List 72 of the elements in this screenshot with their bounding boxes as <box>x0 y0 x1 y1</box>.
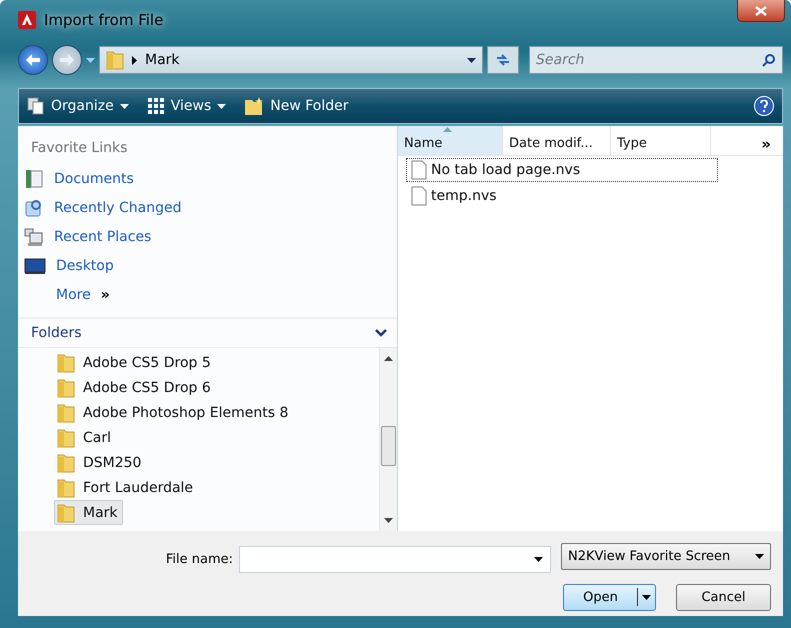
folder-search-icon <box>24 198 44 218</box>
scrollbar[interactable] <box>379 348 397 531</box>
folder-item[interactable]: Mark <box>54 500 123 525</box>
scroll-thumb[interactable] <box>381 426 396 466</box>
folder-icon <box>57 428 75 448</box>
window-title: Import from File <box>44 11 164 29</box>
column-header[interactable]: Name <box>398 126 503 155</box>
file-name-label: File name: <box>166 552 233 567</box>
address-path: Mark <box>145 52 181 68</box>
arrow-left-icon <box>25 53 41 67</box>
folder-item[interactable]: Fort Lauderdale <box>54 475 198 500</box>
caret-icon <box>217 104 226 108</box>
desktop-icon <box>24 256 46 274</box>
folder-icon <box>57 502 75 522</box>
scroll-down-icon[interactable] <box>384 518 393 523</box>
file-item[interactable]: No tab load page.nvs <box>406 158 718 182</box>
refresh-arrows-icon <box>495 53 511 67</box>
search-field[interactable]: Search <box>529 46 783 74</box>
chevron-right-icon <box>132 56 137 64</box>
app-logo-icon <box>18 11 36 29</box>
close-icon <box>755 6 767 16</box>
open-button[interactable]: Open <box>563 584 656 610</box>
folder-item[interactable]: Adobe CS5 Drop 5 <box>54 350 216 375</box>
help-button[interactable] <box>754 96 774 116</box>
folder-icon <box>106 50 124 70</box>
pages-icon <box>27 97 45 115</box>
toolbar-button[interactable]: New Folder <box>244 96 349 116</box>
favorite-link[interactable]: Documents <box>18 164 397 193</box>
folder-icon <box>57 402 75 422</box>
close-button[interactable] <box>737 0 785 22</box>
help-icon <box>760 100 768 112</box>
computer-icon <box>24 226 44 246</box>
grid-icon <box>146 97 165 115</box>
documents-icon <box>24 168 44 188</box>
new-folder-icon <box>244 96 264 116</box>
scroll-up-icon[interactable] <box>384 356 393 361</box>
caret-icon <box>467 58 476 62</box>
caret-icon <box>755 554 764 559</box>
section-title: Favorite Links <box>30 139 128 158</box>
folder-item[interactable]: DSM250 <box>54 450 146 475</box>
cancel-button[interactable]: Cancel <box>676 584 771 610</box>
sort-arrow-icon <box>443 127 452 132</box>
folder-icon <box>57 352 75 372</box>
back-button[interactable] <box>18 45 48 75</box>
caret-icon <box>120 104 129 108</box>
folder-item[interactable]: Carl <box>54 425 116 450</box>
file-icon <box>411 186 427 206</box>
folder-icon <box>57 378 75 398</box>
caret-icon <box>534 556 543 562</box>
folder-icon <box>57 478 75 498</box>
toolbar-button[interactable]: Organize <box>27 97 129 115</box>
file-icon <box>411 160 427 180</box>
chevron-down-icon[interactable] <box>375 329 387 337</box>
folder-item[interactable]: Adobe Photoshop Elements 8 <box>54 400 294 425</box>
favorite-link[interactable]: Recently Changed <box>18 193 397 222</box>
folder-icon <box>57 452 75 472</box>
favorite-link[interactable]: Recent Places <box>18 222 397 251</box>
file-item[interactable]: temp.nvs <box>406 184 718 208</box>
arrow-right-icon <box>59 53 75 67</box>
caret-icon <box>642 594 651 600</box>
address-bar[interactable]: Mark <box>99 46 483 74</box>
favorite-link[interactable]: Desktop <box>18 251 397 280</box>
file-type-dropdown[interactable]: N2KView Favorite Screen <box>561 543 771 570</box>
search-icon <box>762 53 776 67</box>
section-title: Folders <box>31 325 82 341</box>
toolbar-button[interactable]: Views <box>146 97 226 115</box>
more-link[interactable]: More » <box>18 280 397 309</box>
forward-button[interactable] <box>52 45 82 75</box>
folder-item[interactable]: Adobe CS5 Drop 6 <box>54 375 216 400</box>
file-name-field[interactable] <box>239 546 551 573</box>
caret-icon <box>86 58 95 62</box>
refresh-button[interactable] <box>487 46 519 74</box>
